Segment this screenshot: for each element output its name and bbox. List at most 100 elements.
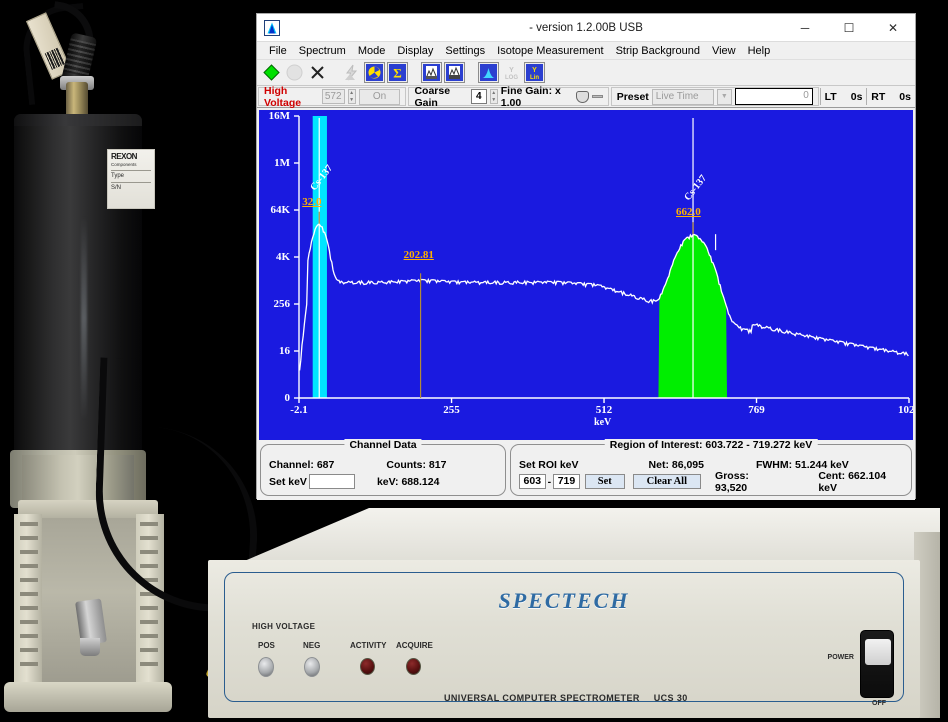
menu-spectrum[interactable]: Spectrum (293, 44, 352, 58)
power-switch[interactable] (860, 630, 894, 698)
gain-group: Coarse Gain 4 ▲ ▼ Fine Gain: x 1.00 (408, 84, 609, 109)
acquire-led-label: ACQUIRE (396, 641, 433, 650)
nameplate-rule-2 (111, 182, 151, 184)
stand-base (4, 682, 172, 712)
high-voltage-spinner[interactable]: ▲ ▼ (347, 89, 356, 104)
roi-row-2: 603 - 719 Set Clear All Gross: 93,520 Ce… (519, 470, 903, 494)
set-roi-button[interactable]: Set (584, 474, 625, 489)
acquire-led (406, 658, 421, 675)
set-roi-label: Set ROI keV (519, 458, 579, 471)
pos-jack-label: POS (258, 641, 275, 650)
erase-button[interactable] (307, 62, 328, 83)
clear-all-roi-button[interactable]: Clear All (632, 474, 702, 489)
chevron-down-icon[interactable]: ▼ (716, 88, 732, 105)
menu-mode[interactable]: Mode (352, 44, 392, 58)
roi-high-input[interactable]: 719 (553, 474, 580, 489)
status-panels: Channel Data Channel: 687 Counts: 817 Se… (257, 439, 915, 500)
start-acquire-button[interactable] (261, 62, 282, 83)
calibrate-button (341, 62, 362, 83)
channel-row-1: Channel: 687 Counts: 817 (269, 456, 497, 473)
close-button[interactable]: ✕ (871, 14, 915, 41)
y-axis-tick: 16M (268, 110, 290, 122)
coarse-gain-input[interactable]: 4 (470, 89, 487, 104)
fine-gain-slider-track[interactable] (592, 95, 603, 98)
menu-isotope-measurement[interactable]: Isotope Measurement (491, 44, 609, 58)
fine-gain-slider-knob[interactable] (575, 90, 590, 103)
ucs30-application-window: - version 1.2.00B USB ─ ☐ ✕ File Spectru… (256, 13, 916, 500)
control-bar: High Voltage 572 ▲ ▼ On Coarse Gain 4 ▲ ▼ … (257, 84, 915, 109)
neg-banana-jack[interactable] (304, 657, 320, 677)
chassis-model-text: UNIVERSAL COMPUTER SPECTROMETER UCS 30 (444, 693, 688, 703)
channel-value: Channel: 687 (269, 458, 335, 471)
y-axis-tick: 1M (274, 157, 290, 169)
power-off-label: OFF (872, 700, 886, 707)
y-log-button: Y LOG (501, 62, 522, 83)
tube-sheen (80, 216, 87, 420)
high-voltage-input[interactable]: 572 (321, 89, 345, 104)
tool-bar: Σ Y LOG Y Lin (257, 60, 915, 86)
live-time-readout: LT 0s (821, 86, 867, 107)
high-voltage-caption: HIGH VOLTAGE (252, 622, 316, 631)
open-spectrum-button[interactable] (421, 62, 442, 83)
high-voltage-on-button[interactable]: On (358, 88, 401, 105)
set-kev-input[interactable] (308, 474, 355, 489)
roi-gross: Gross: 93,520 (715, 469, 749, 494)
sum-button[interactable]: Σ (387, 62, 408, 83)
power-switch-label: POWER (827, 654, 854, 661)
menu-settings[interactable]: Settings (439, 44, 491, 58)
menu-display[interactable]: Display (391, 44, 439, 58)
svg-text:LOG: LOG (505, 75, 518, 81)
spectrum-plot[interactable]: 0 16 256 4K 64K 1M 16M -2.1 255 512 769 1026 keV 32.0… (259, 110, 913, 440)
peak-marker-label: 662.0 (676, 206, 701, 219)
menu-view[interactable]: View (706, 44, 742, 58)
y-axis-tick: 0 (284, 392, 291, 404)
fine-gain-label: Fine Gain: x 1.00 (500, 84, 561, 109)
x-axis-tick: 1026 (898, 404, 913, 416)
peak-view-button[interactable] (478, 62, 499, 83)
power-rocker-paddle (865, 639, 891, 665)
lt-label: LT (824, 90, 837, 103)
channel-row-2: Set keV keV: 688.124 (269, 473, 497, 490)
menu-bar: File Spectrum Mode Display Settings Isot… (257, 42, 915, 60)
svg-text:Y: Y (509, 67, 514, 74)
save-spectrum-button[interactable] (444, 62, 465, 83)
coarse-gain-label: Coarse Gain (414, 84, 451, 109)
menu-file[interactable]: File (263, 44, 293, 58)
detector-brand-sub: Components (111, 162, 137, 167)
brand-logo: SPECTECH (498, 588, 630, 613)
set-kev-label: Set keV (269, 475, 307, 488)
pie-chart-button[interactable] (364, 62, 385, 83)
preset-mode-select[interactable]: Live Time (651, 88, 714, 105)
kev-value: keV: 688.124 (376, 475, 440, 488)
roi-centroid: Cent: 662.104 keV (818, 469, 887, 494)
preset-label: Preset (616, 90, 649, 103)
high-voltage-label: High Voltage (264, 84, 302, 109)
x-axis-tick: 769 (748, 404, 765, 416)
spectrum-plot-container: 0 16 256 4K 64K 1M 16M -2.1 255 512 769 1026 keV 32.0… (257, 108, 915, 442)
preset-group: Preset Live Time ▼ 0 (610, 87, 819, 106)
svg-text:Σ: Σ (393, 66, 402, 81)
minimize-button[interactable]: ─ (783, 14, 827, 41)
svg-text:Y: Y (532, 67, 537, 74)
y-lin-button[interactable]: Y Lin (524, 62, 545, 83)
x-axis-tick: -2.1 (290, 404, 308, 416)
x-axis-title: keV (594, 417, 612, 428)
barcode-icon (44, 47, 66, 70)
coarse-gain-spinner[interactable]: ▲ ▼ (489, 89, 498, 104)
pos-banana-jack[interactable] (258, 657, 274, 677)
channel-data-panel: Channel Data Channel: 687 Counts: 817 Se… (260, 439, 506, 496)
neg-jack-label: NEG (303, 641, 321, 650)
x-axis-tick: 255 (443, 404, 460, 416)
title-bar: - version 1.2.00B USB ─ ☐ ✕ (257, 14, 915, 42)
preset-value-input[interactable]: 0 (734, 88, 813, 105)
spectrum-canvas[interactable] (259, 110, 913, 440)
spectrometer-chassis: SPECTECH HIGH VOLTAGE POS NEG ACTIVITY A… (208, 508, 940, 718)
menu-strip-background[interactable]: Strip Background (610, 44, 706, 58)
maximize-button[interactable]: ☐ (827, 14, 871, 41)
roi-low-input[interactable]: 603 (519, 474, 546, 489)
stop-acquire-button (284, 62, 305, 83)
menu-help[interactable]: Help (742, 44, 777, 58)
peak-marker-label: 202.81 (403, 249, 434, 262)
activity-led (360, 658, 375, 675)
window-controls: ─ ☐ ✕ (783, 14, 915, 41)
